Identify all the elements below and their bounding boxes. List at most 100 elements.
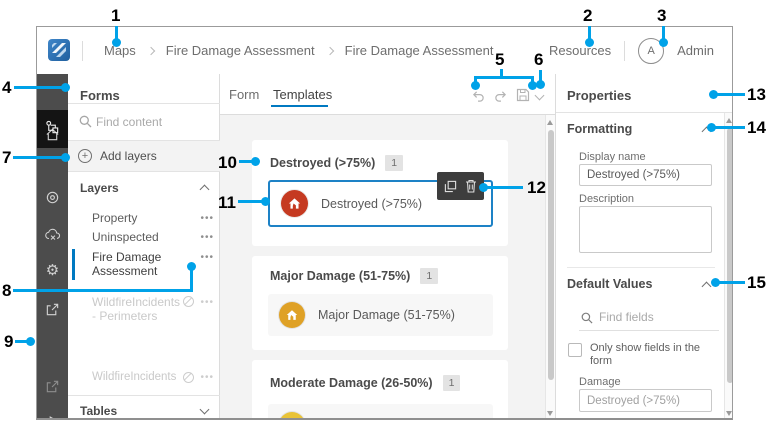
header-divider: [624, 40, 626, 61]
callout-number-10: 10: [218, 153, 237, 172]
scroll-down-arrow[interactable]: [726, 411, 732, 416]
callout-number-15: 15: [747, 273, 766, 292]
callout-line-4: [14, 86, 64, 89]
house-icon: [288, 198, 301, 209]
scroll-down-arrow[interactable]: [547, 411, 553, 416]
scroll-up-arrow[interactable]: [726, 118, 732, 123]
undo-icon[interactable]: [472, 89, 485, 107]
callout-line-14: [714, 126, 745, 129]
forms-panel: Forms + Add layers Layers Property ••• U…: [68, 74, 220, 418]
callout-dot-4: [61, 83, 70, 92]
add-plus-icon: +: [78, 149, 92, 163]
layer-row-uninspected[interactable]: Uninspected •••: [92, 230, 214, 244]
settings-gear-icon[interactable]: ⚙: [37, 263, 68, 279]
house-icon: [286, 310, 298, 320]
chevron-up-icon[interactable]: [199, 184, 210, 195]
callout-number-4: 4: [2, 78, 12, 97]
overflow-menu-icon[interactable]: •••: [200, 372, 214, 383]
scroll-up-arrow[interactable]: [547, 120, 553, 125]
checkbox-label: Only show fields in the form: [590, 342, 701, 367]
find-content-input[interactable]: [96, 112, 212, 132]
share-icon[interactable]: [37, 302, 68, 317]
template-item-label: Major Damage (51-75%): [318, 308, 455, 322]
formatting-section-header[interactable]: Formatting: [567, 122, 632, 136]
template-item-major-damage[interactable]: Major Damage (51-75%): [268, 294, 493, 336]
callout-number-12: 12: [527, 178, 546, 197]
display-name-label: Display name: [579, 151, 646, 163]
scrollbar-thumb[interactable]: [727, 128, 732, 383]
templates-scrollbar[interactable]: [545, 115, 555, 418]
find-fields-input[interactable]: [599, 307, 714, 327]
callout-line-12: [487, 186, 523, 189]
tab-form[interactable]: Form: [229, 87, 259, 102]
callout-dot-8: [187, 262, 196, 271]
divider: [68, 103, 220, 104]
open-in-new-icon[interactable]: [37, 379, 68, 394]
callout-number-2: 2: [583, 6, 593, 25]
app-logo[interactable]: [48, 39, 70, 61]
chevron-down-icon: [199, 404, 210, 415]
layer-row-property[interactable]: Property •••: [92, 211, 214, 225]
damage-field-label: Damage: [579, 376, 621, 388]
overflow-menu-icon[interactable]: •••: [200, 232, 214, 243]
duplicate-icon[interactable]: [444, 180, 457, 193]
damage-field-input[interactable]: [579, 389, 712, 412]
callout-number-3: 3: [657, 6, 667, 25]
tab-templates[interactable]: Templates: [273, 87, 332, 102]
selected-layer-bar: [72, 249, 75, 280]
divider: [68, 395, 220, 396]
template-item-label: Destroyed (>75%): [321, 196, 423, 211]
templates-panel: Form Templates Destroyed (>75%) 1 Destro…: [220, 74, 555, 418]
group-heading-label: Moderate Damage (26-50%): [270, 376, 433, 390]
callout-dot-5a: [471, 81, 480, 90]
app-window: Maps Fire Damage Assessment Fire Damage …: [36, 26, 733, 420]
layer-row-wildfire-perimeters[interactable]: WildfireIncidents - Perimeters •••: [92, 295, 214, 323]
template-item-moderate-damage[interactable]: Moderate Damage (26-50%): [268, 404, 493, 418]
layer-row-wildfire-incidents[interactable]: WildfireIncidents •••: [92, 370, 214, 384]
checkbox[interactable]: [568, 343, 582, 357]
delete-trash-icon[interactable]: [465, 179, 477, 193]
redo-icon[interactable]: [494, 89, 507, 107]
geofence-icon[interactable]: [37, 190, 68, 205]
overflow-menu-icon[interactable]: •••: [200, 252, 214, 263]
template-group-major-damage: Major Damage (51-75%) 1 Major Damage (51…: [252, 256, 508, 350]
logo-glyph: [52, 43, 66, 57]
chevron-right-icon: [146, 46, 156, 55]
overflow-menu-icon[interactable]: •••: [200, 213, 214, 224]
display-name-input[interactable]: [579, 164, 712, 186]
forms-icon[interactable]: [37, 120, 68, 135]
save-icon[interactable]: [516, 88, 530, 107]
user-menu[interactable]: Admin: [677, 43, 714, 58]
search-underline: [579, 330, 719, 331]
tables-section-header[interactable]: Tables: [80, 404, 210, 418]
scrollbar-thumb[interactable]: [548, 130, 554, 380]
template-group-destroyed: Destroyed (>75%) 1 Destroyed (>75%): [252, 140, 508, 246]
default-values-section-header[interactable]: Default Values: [567, 277, 652, 291]
properties-panel-title: Properties: [567, 88, 632, 103]
callout-line-13: [716, 93, 745, 96]
layer-name: WildfireIncidents: [92, 371, 177, 383]
feedback-megaphone-icon[interactable]: [37, 415, 68, 418]
moderate-damage-symbol-icon: [279, 412, 305, 418]
layers-section-header[interactable]: Layers: [80, 181, 119, 195]
resources-link[interactable]: Resources: [549, 43, 611, 58]
breadcrumb-item-map-name[interactable]: Fire Damage Assessment: [166, 43, 315, 58]
offline-cloud-icon[interactable]: [37, 228, 68, 241]
tab-bar: Form Templates: [220, 74, 555, 115]
breadcrumb: Maps Fire Damage Assessment Fire Damage …: [104, 27, 493, 74]
only-show-fields-checkbox-row[interactable]: Only show fields in the form: [568, 342, 718, 368]
callout-line-15: [718, 281, 745, 284]
callout-dot-3: [659, 38, 668, 47]
save-menu-chevron-icon[interactable]: [534, 90, 545, 101]
forms-panel-title: Forms: [80, 88, 120, 103]
add-layers-button[interactable]: + Add layers: [68, 141, 220, 172]
callout-number-13: 13: [747, 85, 766, 104]
properties-scrollbar[interactable]: [724, 113, 732, 418]
callout-number-14: 14: [747, 118, 766, 137]
layer-name: WildfireIncidents - Perimeters: [92, 295, 181, 323]
chevron-up-icon[interactable]: [701, 281, 712, 292]
description-textarea[interactable]: [579, 206, 712, 253]
screenshot-root: Maps Fire Damage Assessment Fire Damage …: [0, 0, 773, 423]
chevron-right-icon: [325, 46, 334, 55]
overflow-menu-icon[interactable]: •••: [200, 297, 214, 308]
